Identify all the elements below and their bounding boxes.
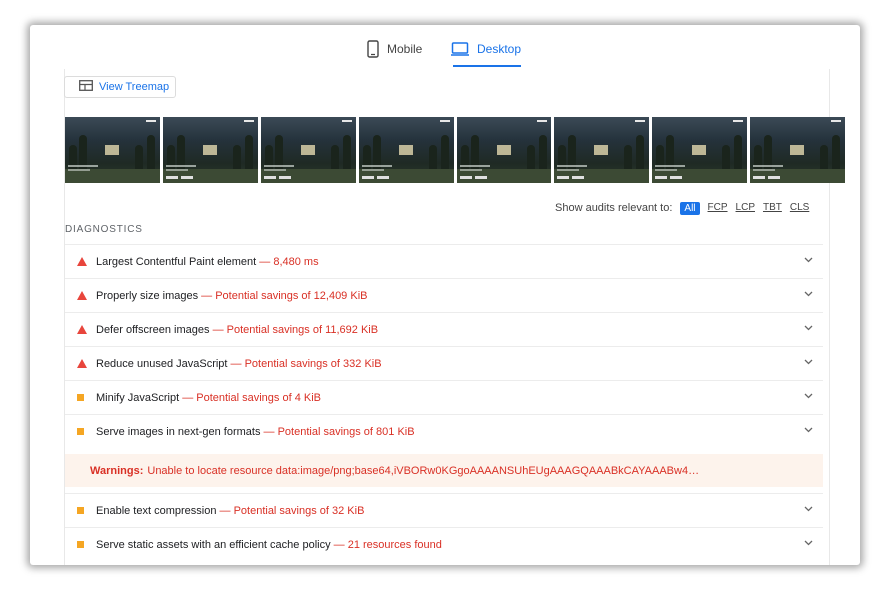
filmstrip-frame: [750, 117, 845, 183]
audit-detail: — 8,480 ms: [259, 255, 319, 268]
tab-desktop-label: Desktop: [477, 42, 522, 56]
diagnostics-list: Largest Contentful Paint element — 8,480…: [65, 244, 823, 561]
active-tab-indicator: [453, 65, 521, 67]
audit-title: Serve images in next-gen formats — Poten…: [96, 425, 415, 438]
warning-square-icon: [77, 507, 84, 514]
audit-row[interactable]: Reduce unused JavaScript — Potential sav…: [65, 346, 823, 380]
report-card: Mobile Desktop View Treemap Show audits …: [30, 25, 860, 565]
audit-filter: Show audits relevant to: All FCP LCP TBT CLS: [555, 200, 809, 216]
device-tabs: Mobile Desktop: [30, 25, 860, 69]
fail-triangle-icon: [77, 291, 87, 300]
mobile-phone-icon: [367, 40, 379, 58]
tab-mobile[interactable]: Mobile: [367, 33, 422, 65]
filmstrip-frame: [162, 117, 258, 183]
diagnostics-heading: DIAGNOSTICS: [65, 224, 143, 235]
audit-row[interactable]: Minify JavaScript — Potential savings of…: [65, 380, 823, 414]
fail-triangle-icon: [77, 325, 87, 334]
chevron-down-icon[interactable]: [804, 390, 813, 402]
view-treemap-label: View Treemap: [99, 81, 170, 93]
filmstrip-frame: [652, 117, 748, 183]
warning-square-icon: [77, 394, 84, 401]
audit-row[interactable]: Serve images in next-gen formats — Poten…: [65, 414, 823, 448]
audit-filter-label: Show audits relevant to:: [555, 202, 673, 214]
chevron-down-icon[interactable]: [804, 322, 813, 334]
audit-row[interactable]: Defer offscreen images — Potential savin…: [65, 312, 823, 346]
filmstrip-frame: [260, 117, 356, 183]
audit-detail: — Potential savings of 11,692 KiB: [212, 323, 379, 336]
audit-title: Largest Contentful Paint element — 8,480…: [96, 255, 319, 268]
view-treemap-button[interactable]: View Treemap: [64, 76, 176, 98]
audit-row[interactable]: Properly size images — Potential savings…: [65, 278, 823, 312]
audit-row[interactable]: Enable text compression — Potential savi…: [65, 493, 823, 527]
chevron-down-icon[interactable]: [804, 424, 813, 436]
audit-detail: — Potential savings of 801 KiB: [263, 425, 415, 438]
filter-chip-lcp[interactable]: LCP: [736, 202, 755, 215]
filter-chip-fcp[interactable]: FCP: [708, 202, 728, 215]
audit-filter-options: All FCP LCP TBT CLS: [680, 201, 809, 215]
audit-title: Defer offscreen images — Potential savin…: [96, 323, 379, 336]
desktop-monitor-icon: [451, 42, 469, 56]
filter-chip-tbt[interactable]: TBT: [763, 202, 782, 215]
chevron-down-icon[interactable]: [804, 503, 813, 515]
chevron-down-icon[interactable]: [804, 254, 813, 266]
audit-title: Reduce unused JavaScript — Potential sav…: [96, 357, 382, 370]
filmstrip: [65, 117, 845, 183]
audit-row[interactable]: Serve static assets with an efficient ca…: [65, 527, 823, 561]
audit-detail: — Potential savings of 4 KiB: [182, 391, 321, 404]
audit-detail: — 21 resources found: [333, 538, 442, 551]
filmstrip-frame: [65, 117, 160, 183]
fail-triangle-icon: [77, 257, 87, 266]
tab-mobile-label: Mobile: [387, 42, 423, 56]
audit-detail: — Potential savings of 32 KiB: [219, 504, 365, 517]
warning-text: Unable to locate resource data:image/png…: [147, 464, 700, 477]
chevron-down-icon[interactable]: [804, 356, 813, 368]
fail-triangle-icon: [77, 359, 87, 368]
warning-square-icon: [77, 428, 84, 435]
audit-title: Enable text compression — Potential savi…: [96, 504, 365, 517]
audit-title: Properly size images — Potential savings…: [96, 289, 368, 302]
chevron-down-icon[interactable]: [804, 537, 813, 549]
audit-warning: Warnings: Unable to locate resource data:…: [65, 454, 823, 487]
audit-title: Serve static assets with an efficient ca…: [96, 538, 442, 551]
warning-label: Warnings:: [90, 464, 144, 477]
audit-row[interactable]: Largest Contentful Paint element — 8,480…: [65, 244, 823, 278]
treemap-icon: [79, 80, 93, 94]
filmstrip-frame: [456, 117, 552, 183]
filter-chip-all[interactable]: All: [680, 201, 700, 215]
audit-detail: — Potential savings of 332 KiB: [230, 357, 382, 370]
chevron-down-icon[interactable]: [804, 288, 813, 300]
tab-desktop[interactable]: Desktop: [451, 33, 521, 65]
warning-square-icon: [77, 541, 84, 548]
audit-title: Minify JavaScript — Potential savings of…: [96, 391, 321, 404]
audit-detail: — Potential savings of 12,409 KiB: [201, 289, 368, 302]
filter-chip-cls[interactable]: CLS: [790, 202, 809, 215]
filmstrip-frame: [358, 117, 454, 183]
filmstrip-frame: [554, 117, 650, 183]
